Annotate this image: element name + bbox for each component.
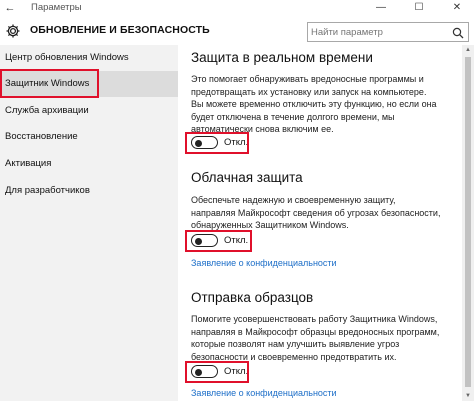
scroll-thumb[interactable] [465,57,471,387]
search-icon[interactable] [452,26,464,39]
sidebar: Центр обновления Windows Защитник Window… [0,45,178,401]
highlight-box [185,132,249,154]
privacy-link[interactable]: Заявление о конфиденциальности [191,388,337,398]
back-button[interactable]: ← [2,0,18,17]
sidebar-item-windows-update[interactable]: Центр обновления Windows [0,45,178,71]
section-desc-cloud: Обеспечьте надежную и своевременную защи… [191,195,441,230]
app-title: Параметры [31,2,82,13]
highlight-box [185,361,249,383]
sidebar-item-backup[interactable]: Служба архивации [0,98,178,124]
highlight-box [0,69,99,98]
search-box[interactable] [307,22,469,42]
scroll-up-arrow-icon[interactable]: ▲ [462,45,474,55]
section-desc-realtime: Это помогает обнаруживать вредоносные пр… [191,74,437,134]
search-input[interactable] [311,25,451,39]
close-button[interactable]: ✕ [442,0,472,17]
page-title: ОБНОВЛЕНИЕ И БЕЗОПАСНОСТЬ [30,24,210,36]
minimize-button[interactable]: — [366,0,396,17]
scrollbar[interactable]: ▲ ▼ [462,45,474,401]
main-content: Защита в реальном времени Это помогает о… [178,45,462,401]
section-title-realtime: Защита в реальном времени [191,50,373,65]
section-desc-samples: Помогите усовершенствовать работу Защитн… [191,314,440,362]
section-title-samples: Отправка образцов [191,290,314,305]
scroll-down-arrow-icon[interactable]: ▼ [462,391,474,401]
highlight-box [185,230,252,252]
gear-icon [5,23,21,39]
maximize-button[interactable]: ☐ [404,0,434,17]
sidebar-item-developers[interactable]: Для разработчиков [0,178,178,204]
section-title-cloud: Облачная защита [191,170,303,185]
header: ОБНОВЛЕНИЕ И БЕЗОПАСНОСТЬ [0,17,474,45]
title-bar: ← Параметры — ☐ ✕ [0,0,474,17]
sidebar-item-recovery[interactable]: Восстановление [0,124,178,150]
privacy-link[interactable]: Заявление о конфиденциальности [191,258,337,268]
sidebar-item-activation[interactable]: Активация [0,151,178,177]
